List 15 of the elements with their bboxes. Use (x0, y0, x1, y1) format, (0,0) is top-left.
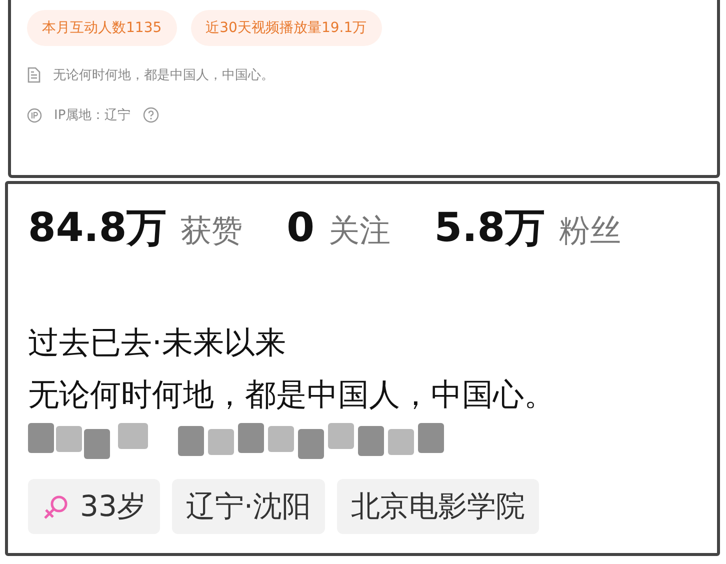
stat-count: 5.8万 粉丝 (434, 204, 621, 253)
bio-text: 无论何时何地，都是中国人，中国心。 (53, 67, 274, 84)
help-icon[interactable] (142, 107, 159, 123)
ip-location: IP属地：辽宁 (54, 107, 131, 124)
stat-count: 0 关注 (286, 205, 390, 252)
bio-line: 无论何时何地，都是中国人，中国心。 (28, 376, 556, 415)
tag-label: 33岁 (80, 488, 146, 524)
ip-icon (27, 108, 42, 122)
stat-count: 84.8万 获赞 (28, 204, 243, 253)
tag-label: 北京电影学院 (351, 488, 526, 524)
document-icon (27, 67, 41, 83)
bio-line: 过去已去·未来以来 (28, 324, 287, 363)
stat-badge: 近30天视频播放量19.1万 (190, 10, 382, 46)
stat-badge: 本月互动人数1135 (27, 10, 177, 46)
tag-label: 辽宁·沈阳 (186, 488, 312, 524)
